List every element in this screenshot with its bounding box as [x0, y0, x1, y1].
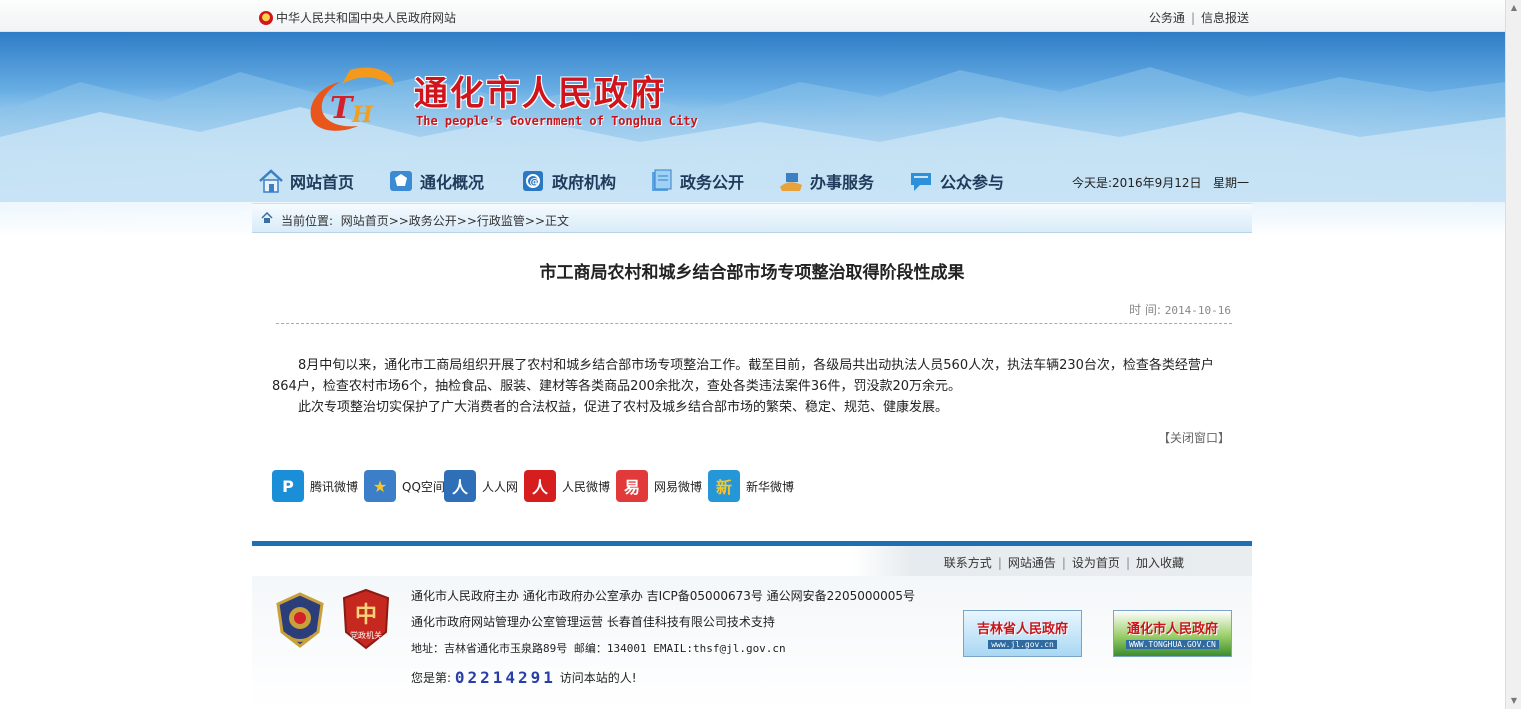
share-tencent-weibo[interactable]: P 腾讯微博 — [272, 470, 358, 502]
footer-link-set-home[interactable]: 设为首页 — [1072, 556, 1120, 570]
counter-prefix: 您是第: — [411, 671, 452, 685]
scroll-down-icon[interactable]: ▼ — [1509, 696, 1519, 706]
date-text: 今天是:2016年9月12日 — [1072, 176, 1202, 190]
visitor-counter: 您是第: 02214291 访问本站的人! — [411, 668, 637, 687]
today-date: 今天是:2016年9月12日 星期一 — [1072, 174, 1249, 191]
svg-text:@: @ — [530, 177, 540, 188]
home-icon — [259, 169, 283, 193]
info-report-link[interactable]: 信息报送 — [1201, 11, 1249, 25]
chat-icon — [911, 173, 931, 191]
tencent-weibo-icon: P — [272, 470, 304, 502]
share-qzone[interactable]: ★ QQ空间 — [364, 470, 445, 502]
nav-participation[interactable]: 公众参与 — [908, 166, 1004, 196]
xinhua-weibo-icon: 新 — [708, 470, 740, 502]
footer-links-bar: 联系方式 | 网站通告 | 设为首页 | 加入收藏 — [252, 546, 1252, 576]
share-netease-weibo[interactable]: 易网易微博 — [616, 470, 702, 502]
nav-home-label: 网站首页 — [290, 173, 355, 192]
article-paragraph: 此次专项整治切实保护了广大消费者的合法权益，促进了农村及城乡结合部市场的繁荣、稳… — [298, 400, 949, 415]
svg-text:H: H — [351, 102, 374, 128]
nav-institution[interactable]: @ 政府机构 — [520, 166, 616, 196]
qzone-icon: ★ — [364, 470, 396, 502]
central-gov-link-label: 中华人民共和国中央人民政府网站 — [276, 11, 457, 25]
jilin-gov-banner[interactable]: 吉林省人民政府 www.jl.gov.cn — [963, 610, 1082, 657]
footer-links: 联系方式 | 网站通告 | 设为首页 | 加入收藏 — [944, 554, 1184, 571]
article-body: 8月中旬以来，通化市工商局组织开展了农村和城乡结合部市场专项整治工作。截至目前，… — [272, 355, 1234, 418]
gongwutong-link[interactable]: 公务通 — [1149, 11, 1185, 25]
breadcrumb-prefix: 当前位置: — [281, 214, 334, 228]
institution-icon: @ — [523, 171, 543, 191]
share-xinhua-weibo[interactable]: 新新华微博 — [708, 470, 794, 502]
close-window-link[interactable]: 【关闭窗口】 — [1158, 429, 1230, 446]
tonghua-gov-banner[interactable]: 通化市人民政府 WWW.TONGHUA.GOV.CN — [1113, 610, 1232, 657]
footer-link-favorite[interactable]: 加入收藏 — [1136, 556, 1184, 570]
mountains-background — [0, 67, 1505, 202]
banner-url: www.jl.gov.cn — [988, 640, 1057, 649]
share-label: 人人网 — [482, 479, 519, 494]
banner-title: 通化市人民政府 — [1126, 622, 1218, 637]
share-label: 腾讯微博 — [310, 479, 359, 494]
svg-text:中: 中 — [355, 602, 377, 628]
netease-weibo-icon: 易 — [616, 470, 648, 502]
central-gov-link[interactable]: 中华人民共和国中央人民政府网站 — [259, 9, 456, 26]
home-icon — [261, 212, 273, 223]
document-icon — [652, 169, 672, 191]
counter-suffix: 访问本站的人! — [559, 671, 637, 685]
time-label: 时 间: — [1129, 303, 1161, 317]
nav-participation-label: 公众参与 — [940, 173, 1005, 192]
site-subtitle: The people's Government of Tonghua City — [416, 114, 698, 128]
footer-link-notice[interactable]: 网站通告 — [1008, 556, 1056, 570]
th-logo-icon: T H — [310, 67, 394, 131]
breadcrumb-path[interactable]: 网站首页>>政务公开>>行政监管>>正文 — [341, 214, 569, 228]
divider: | — [997, 556, 1002, 570]
vertical-scrollbar[interactable]: ▲ ▼ — [1505, 0, 1521, 709]
badge-text: 党政机关 — [350, 630, 382, 640]
article-time: 时 间: 2014-10-16 — [1129, 301, 1231, 318]
divider — [276, 323, 1232, 324]
nav-institution-label: 政府机构 — [552, 173, 617, 192]
nav-overview[interactable]: 通化概况 — [388, 166, 484, 196]
banner-title: 吉林省人民政府 — [976, 622, 1068, 637]
scroll-up-icon[interactable]: ▲ — [1509, 3, 1519, 13]
divider: | — [1061, 556, 1066, 570]
banner-url: WWW.TONGHUA.GOV.CN — [1126, 640, 1219, 649]
renren-icon: 人 — [444, 470, 476, 502]
service-icon — [780, 173, 802, 191]
breadcrumb-text: 当前位置: 网站首页>>政务公开>>行政监管>>正文 — [281, 212, 569, 229]
divider: | — [1125, 556, 1130, 570]
footer-line-1: 通化市人民政府主办 通化市政府办公室承办 吉ICP备05000673号 通公网安… — [411, 589, 916, 603]
people-weibo-icon: 人 — [524, 470, 556, 502]
share-label: 人民微博 — [562, 479, 611, 494]
share-label: 网易微博 — [654, 479, 703, 494]
top-right-links: 公务通 | 信息报送 — [1149, 9, 1249, 26]
police-badge-icon[interactable] — [274, 592, 326, 648]
share-label: 新华微博 — [746, 479, 795, 494]
overview-icon — [390, 171, 412, 191]
nav-overview-label: 通化概况 — [420, 173, 485, 192]
article-title: 市工商局农村和城乡结合部市场专项整治取得阶段性成果 — [539, 263, 965, 283]
article-paragraph: 8月中旬以来，通化市工商局组织开展了农村和城乡结合部市场专项整治工作。截至目前，… — [272, 358, 1214, 394]
footer-line-2: 通化市政府网站管理办公室管理运营 长春首佳科技有限公司技术支持 — [411, 615, 775, 629]
footer-link-contact[interactable]: 联系方式 — [944, 556, 992, 570]
share-people-weibo[interactable]: 人人民微博 — [524, 470, 610, 502]
weekday-text: 星期一 — [1212, 176, 1249, 190]
share-label: QQ空间 — [402, 479, 445, 494]
divider: | — [1190, 11, 1195, 25]
breadcrumb: 当前位置: 网站首页>>政务公开>>行政监管>>正文 — [252, 203, 1252, 233]
nav-gov-affairs-label: 政务公开 — [680, 173, 745, 192]
nav-service[interactable]: 办事服务 — [778, 166, 874, 196]
share-renren[interactable]: 人人人网 — [444, 470, 518, 502]
nav-home[interactable]: 网站首页 — [258, 166, 354, 196]
nav-service-label: 办事服务 — [810, 173, 875, 192]
top-bar: 中华人民共和国中央人民政府网站 公务通 | 信息报送 — [0, 0, 1505, 32]
counter-value: 02214291 — [454, 668, 556, 687]
footer-line-3: 地址：吉林省通化市玉泉路89号 邮编：134001 EMAIL:thsf@jl.… — [411, 642, 786, 655]
national-emblem-icon — [259, 11, 273, 25]
party-gov-agency-badge-icon[interactable]: 中 党政机关 — [340, 588, 392, 650]
nav-gov-affairs[interactable]: 政务公开 — [648, 166, 744, 196]
site-title: 通化市人民政府 — [414, 74, 666, 114]
time-value: 2014-10-16 — [1164, 304, 1231, 317]
